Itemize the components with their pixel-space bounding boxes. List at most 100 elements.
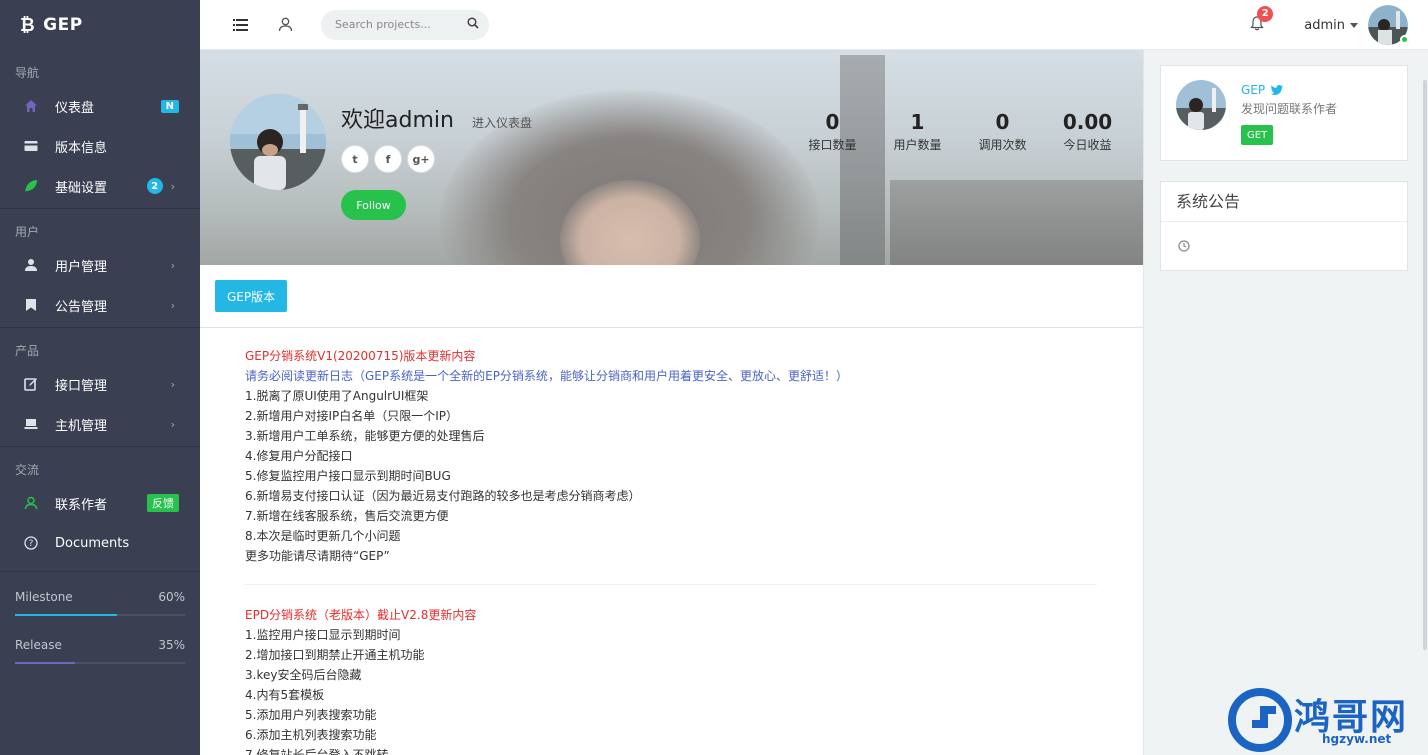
user-outline-icon bbox=[22, 496, 40, 510]
release-progress: Release 35% bbox=[0, 638, 200, 664]
facebook-icon[interactable]: f bbox=[374, 145, 402, 173]
progress-percent: 60% bbox=[158, 590, 185, 604]
user-icon bbox=[22, 258, 40, 272]
list-item: 2.增加接口到期禁止开通主机功能 bbox=[245, 648, 425, 662]
page-scrollbar[interactable] bbox=[1421, 50, 1428, 755]
profile-name[interactable]: GEP bbox=[1241, 83, 1283, 97]
welcome-title: 欢迎admin bbox=[341, 108, 454, 133]
chevron-right-icon: › bbox=[170, 298, 175, 312]
sidebar-item-label: 用户管理 bbox=[55, 259, 108, 275]
question-circle-icon: ? bbox=[22, 536, 40, 550]
watermark-logo-icon bbox=[1228, 688, 1292, 752]
nav-section-header: 交流 bbox=[15, 463, 40, 477]
sidebar-item-users[interactable]: 用户管理 › bbox=[0, 245, 200, 285]
brand-name: GEP bbox=[43, 15, 83, 35]
sidebar: ₿ GEP 导航 仪表盘 N 版本信息 基础设置 2 › 用户 用户管理 › 公… bbox=[0, 0, 200, 755]
twitter-icon bbox=[1270, 85, 1283, 95]
stat-label: 今日收益 bbox=[1063, 138, 1112, 152]
chevron-right-icon: › bbox=[170, 179, 175, 193]
search-input[interactable] bbox=[335, 18, 467, 31]
hero-banner: 欢迎admin 进入仪表盘 t f g+ Follow 0 接口数量 1 用户数… bbox=[200, 50, 1143, 265]
stat-label: 用户数量 bbox=[893, 138, 942, 152]
notification-count: 2 bbox=[1257, 5, 1274, 22]
google-plus-icon[interactable]: g+ bbox=[407, 145, 435, 173]
notice-card-body bbox=[1161, 222, 1407, 256]
notification-bell[interactable]: 2 bbox=[1250, 5, 1274, 35]
brand[interactable]: ₿ GEP bbox=[0, 0, 200, 50]
milestone-progress: Milestone 60% bbox=[0, 590, 200, 616]
svg-text:?: ? bbox=[29, 539, 34, 549]
profile-avatar[interactable] bbox=[230, 94, 326, 190]
sidebar-item-dashboard[interactable]: 仪表盘 N bbox=[0, 86, 200, 126]
list-item: 6.新增易支付接口认证（因为最近易支付跑路的较多也是考虑分销商考虑） bbox=[245, 489, 641, 503]
get-button[interactable]: GET bbox=[1241, 125, 1274, 145]
sidebar-item-api[interactable]: 接口管理 › bbox=[0, 364, 200, 404]
tab-gep-version[interactable]: GEP版本 bbox=[215, 280, 288, 312]
enter-dashboard-link[interactable]: 进入仪表盘 bbox=[472, 114, 532, 131]
welcome-block: 欢迎admin 进入仪表盘 bbox=[341, 102, 532, 134]
stat-label: 接口数量 bbox=[808, 138, 857, 152]
divider bbox=[245, 584, 1097, 585]
sidebar-item-label: 版本信息 bbox=[55, 140, 108, 156]
social-buttons: t f g+ bbox=[341, 145, 440, 173]
avatar[interactable] bbox=[1368, 5, 1409, 45]
menu-icon[interactable] bbox=[228, 13, 252, 37]
search-box bbox=[321, 9, 489, 40]
tab-bar: GEP版本 bbox=[200, 265, 1143, 328]
stat-label: 调用次数 bbox=[978, 138, 1027, 152]
laptop-icon bbox=[22, 418, 40, 430]
profile-description: 发现问题联系作者 bbox=[1241, 102, 1338, 116]
scrollbar-thumb[interactable] bbox=[1423, 80, 1427, 650]
card-icon bbox=[22, 140, 40, 152]
divider bbox=[0, 208, 200, 209]
count-badge: 2 bbox=[146, 178, 163, 194]
user-menu[interactable]: admin bbox=[1304, 18, 1358, 33]
list-item: 3.新增用户工单系统，能够更方便的处理售后 bbox=[245, 429, 485, 443]
list-item: 6.添加主机列表搜索功能 bbox=[245, 728, 377, 742]
list-item: 5.添加用户列表搜索功能 bbox=[245, 708, 377, 722]
divider bbox=[0, 327, 200, 328]
profile-name-text: GEP bbox=[1241, 83, 1266, 97]
list-item: 2.新增用户对接IP白名单（只限一个IP） bbox=[245, 409, 459, 423]
edit-icon bbox=[22, 377, 40, 391]
sidebar-item-label: 公告管理 bbox=[55, 299, 108, 315]
twitter-icon[interactable]: t bbox=[341, 145, 369, 173]
avatar[interactable] bbox=[1176, 80, 1226, 130]
nav-section-header: 用户 bbox=[15, 225, 40, 239]
sidebar-item-contact[interactable]: 联系作者 反馈 bbox=[0, 483, 200, 523]
stat-user-count: 1 用户数量 bbox=[875, 110, 960, 153]
topbar-right: 2 admin bbox=[1250, 0, 1428, 50]
sidebar-item-hosts[interactable]: 主机管理 › bbox=[0, 404, 200, 444]
stat-today-revenue: 0.00 今日收益 bbox=[1045, 110, 1130, 153]
sidebar-item-label: 基础设置 bbox=[55, 180, 108, 196]
list-item: 1.监控用户接口显示到期时间 bbox=[245, 628, 401, 642]
list-item: 4.内有5套模板 bbox=[245, 688, 325, 702]
changelog: GEP分销系统V1(20200715)版本更新内容 请务必阅读更新日志（GEP系… bbox=[200, 328, 1143, 755]
progress-track bbox=[15, 614, 185, 616]
stat-call-count: 0 调用次数 bbox=[960, 110, 1045, 153]
sidebar-item-version[interactable]: 版本信息 bbox=[0, 126, 200, 166]
notice-card-title: 系统公告 bbox=[1161, 182, 1407, 222]
sidebar-item-docs[interactable]: ? Documents bbox=[0, 523, 200, 563]
search-icon[interactable] bbox=[467, 16, 479, 33]
follow-button[interactable]: Follow bbox=[341, 190, 406, 220]
bitcoin-icon: ₿ bbox=[20, 14, 36, 36]
leaf-icon bbox=[22, 179, 40, 193]
list-item: 7.新增在线客服系统，售后交流更方便 bbox=[245, 509, 449, 523]
list-item: 5.修复监控用户接口显示到期时间BUG bbox=[245, 469, 451, 483]
progress-percent: 35% bbox=[158, 638, 185, 652]
user-icon[interactable] bbox=[273, 13, 297, 37]
stat-value: 0 bbox=[995, 110, 1010, 134]
nav-section-header: 导航 bbox=[15, 66, 40, 80]
chevron-right-icon: › bbox=[170, 258, 175, 272]
progress-fill bbox=[15, 662, 75, 664]
stats-row: 0 接口数量 1 用户数量 0 调用次数 0.00 今日收益 bbox=[790, 110, 1130, 153]
chevron-right-icon: › bbox=[170, 377, 175, 391]
progress-track bbox=[15, 662, 185, 664]
topbar: 2 admin bbox=[200, 0, 1428, 50]
sidebar-item-label: 仪表盘 bbox=[55, 100, 95, 116]
watermark: 鸿哥网 hgzyw.net bbox=[1228, 686, 1428, 755]
sidebar-item-notices[interactable]: 公告管理 › bbox=[0, 285, 200, 325]
nav-section-header: 产品 bbox=[15, 344, 40, 358]
sidebar-item-settings[interactable]: 基础设置 2 › bbox=[0, 166, 200, 206]
